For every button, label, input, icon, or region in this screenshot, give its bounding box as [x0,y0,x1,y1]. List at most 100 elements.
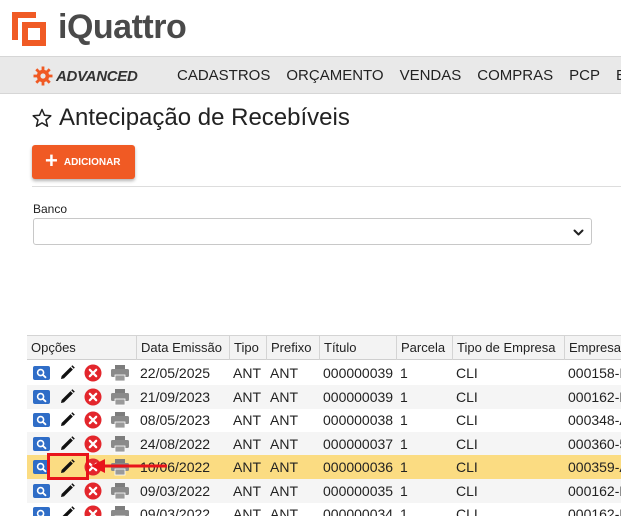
cell-titulo: 000000034 [323,506,394,516]
advanced-module-brand[interactable]: ADVANCED [33,66,138,86]
nav-item-orcamento[interactable]: ORÇAMENTO [286,67,383,84]
cell-data-emissao: 24/08/2022 [140,435,211,452]
iquattro-logo-icon [12,12,46,46]
star-icon[interactable] [32,108,52,128]
cell-empresa: 000162-M [568,506,621,516]
add-button[interactable]: + ADICIONAR [32,145,135,179]
table-row[interactable]: 09/03/2022 ANT ANT 000000034 1 CLI 000162-M [27,502,621,516]
printer-icon[interactable] [110,482,130,500]
cell-empresa: 000360-5 [568,435,621,452]
nav-item-vendas[interactable]: VENDAS [400,67,462,84]
column-header-data-emissao[interactable]: Data Emissão [136,336,229,360]
cell-parcela: 1 [400,388,408,405]
cell-data-emissao: 09/03/2022 [140,482,211,499]
table-row[interactable]: 22/05/2025 ANT ANT 000000039 1 CLI 000158-I [27,361,621,385]
table-header: Opções Data Emissão Tipo Prefixo Título … [27,335,621,360]
cell-parcela: 1 [400,506,408,516]
search-icon[interactable] [33,413,50,427]
banco-select[interactable] [33,218,592,245]
column-header-prefixo[interactable]: Prefixo [266,336,319,360]
cell-titulo: 000000039 [323,365,394,381]
nav-menu: CADASTROS ORÇAMENTO VENDAS COMPRAS PCP E… [177,67,621,84]
cell-prefixo: ANT [270,388,298,405]
top-brand-bar: iQuattro [0,0,621,56]
app-logo-text[interactable]: iQuattro [58,8,187,47]
cell-tipo: ANT [233,506,261,516]
cell-parcela: 1 [400,482,408,499]
delete-icon[interactable] [84,482,102,500]
cell-tipo-empresa: CLI [456,459,478,475]
delete-icon[interactable] [84,435,102,453]
search-icon[interactable] [33,389,50,404]
cell-tipo-empresa: CLI [456,482,478,499]
cell-data-emissao: 22/05/2025 [140,365,211,381]
cell-tipo-empresa: CLI [456,506,478,516]
printer-icon[interactable] [110,435,130,453]
search-icon[interactable] [33,483,50,498]
search-icon[interactable] [33,507,50,516]
pencil-icon[interactable] [58,482,76,500]
search-icon[interactable] [33,366,50,380]
cell-tipo: ANT [233,365,261,381]
cell-empresa: 000162-M [568,388,621,405]
search-icon[interactable] [33,436,50,451]
cell-prefixo: ANT [270,506,298,516]
page-title-text: Antecipação de Recebíveis [59,104,350,131]
column-header-titulo[interactable]: Título [319,336,396,360]
main-navbar: ADVANCED CADASTROS ORÇAMENTO VENDAS COMP… [0,56,621,94]
cell-data-emissao: 09/03/2022 [140,506,211,516]
pencil-icon[interactable] [58,505,76,516]
annotation-highlight-box [47,453,89,480]
cell-titulo: 000000039 [323,388,394,405]
cell-tipo: ANT [233,482,261,499]
cell-titulo: 000000036 [323,459,394,475]
printer-icon[interactable] [110,364,130,382]
printer-icon[interactable] [110,411,130,429]
cell-tipo-empresa: CLI [456,365,478,381]
nav-item-cadastros[interactable]: CADASTROS [177,67,270,84]
plus-icon: + [45,148,58,173]
cell-prefixo: ANT [270,459,298,475]
red-arrow-icon [91,459,167,473]
table-row[interactable]: 08/05/2023 ANT ANT 000000038 1 CLI 000348-A [27,408,621,432]
column-header-parcela[interactable]: Parcela [396,336,452,360]
column-header-tipo[interactable]: Tipo [229,336,266,360]
nav-item-pcp[interactable]: PCP [569,67,600,84]
cell-tipo-empresa: CLI [456,388,478,405]
chevron-down-icon [573,229,584,236]
pencil-icon[interactable] [58,435,76,453]
cell-empresa: 000162-M [568,482,621,499]
pencil-icon[interactable] [58,411,76,429]
delete-icon[interactable] [84,388,102,406]
delete-icon[interactable] [84,411,102,429]
advanced-label: ADVANCED [56,67,138,85]
page-title: Antecipação de Recebíveis [32,104,350,132]
column-header-opcoes[interactable]: Opções [27,336,136,360]
cell-prefixo: ANT [270,435,298,452]
printer-icon[interactable] [110,388,130,406]
table-row[interactable]: 24/08/2022 ANT ANT 000000037 1 CLI 000360-5 [27,431,621,456]
table-row[interactable]: 21/09/2023 ANT ANT 000000039 1 CLI 000162-M [27,384,621,409]
cell-tipo: ANT [233,412,261,428]
delete-icon[interactable] [84,505,102,516]
delete-icon[interactable] [84,364,102,382]
printer-icon[interactable] [110,505,130,516]
cell-data-emissao: 08/05/2023 [140,412,211,428]
cell-prefixo: ANT [270,482,298,499]
cell-data-emissao: 21/09/2023 [140,388,211,405]
pencil-icon[interactable] [58,364,76,382]
table-row[interactable]: 09/03/2022 ANT ANT 000000035 1 CLI 000162-M [27,478,621,503]
pencil-icon[interactable] [58,388,76,406]
cell-parcela: 1 [400,412,408,428]
cell-tipo: ANT [233,388,261,405]
nav-item-estoque[interactable]: ES [616,67,621,84]
column-header-tipo-empresa[interactable]: Tipo de Empresa [452,336,564,360]
column-header-empresa[interactable]: Empresa [564,336,621,360]
nav-item-compras[interactable]: COMPRAS [477,67,553,84]
cell-prefixo: ANT [270,412,298,428]
cell-empresa: 000348-A [568,412,621,428]
cell-tipo-empresa: CLI [456,435,478,452]
cell-prefixo: ANT [270,365,298,381]
cell-tipo: ANT [233,435,261,452]
cell-tipo: ANT [233,459,261,475]
